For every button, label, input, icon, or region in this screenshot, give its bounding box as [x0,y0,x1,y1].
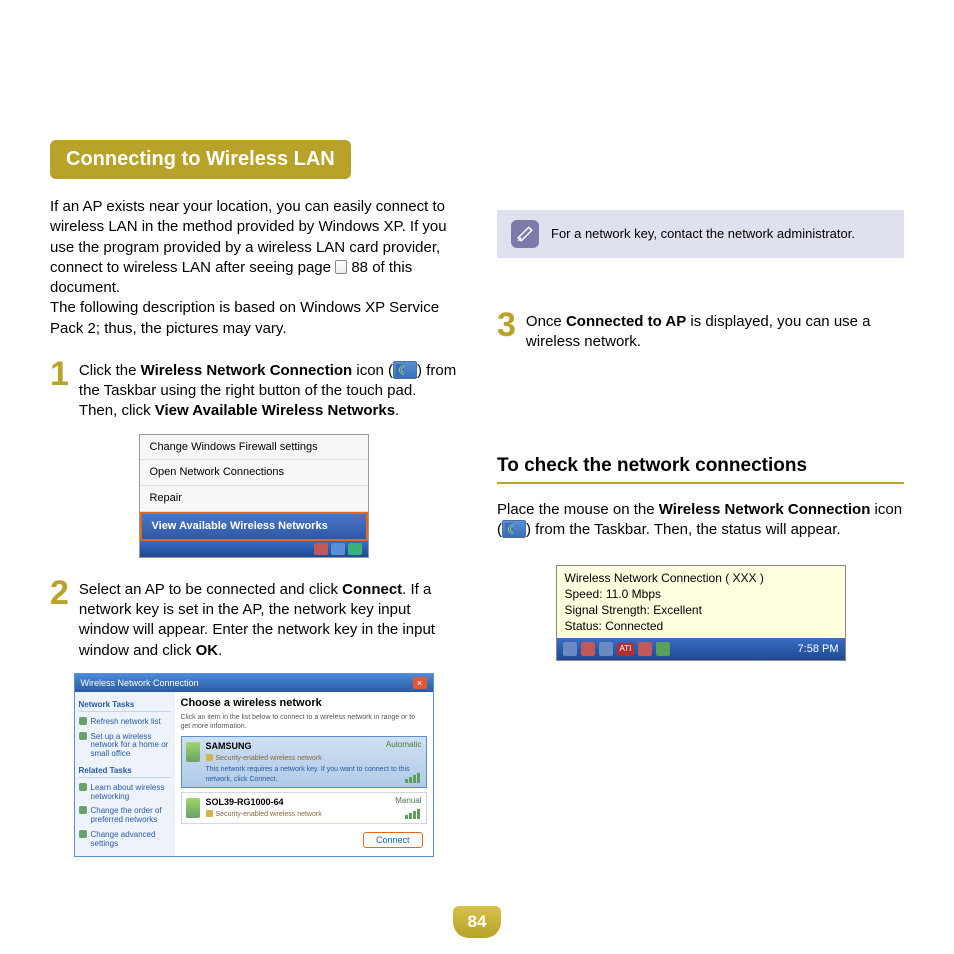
check-body: Place the mouse on the Wireless Network … [497,500,904,541]
taskbar-tray [140,541,368,557]
text-bold: View Available Wireless Networks [155,402,395,419]
document-icon [335,260,347,274]
text: Click the [79,362,141,379]
text: Select an AP to be connected and click [79,581,342,598]
wireless-tray-icon [502,520,526,538]
sidebar-item-learn[interactable]: Learn about wireless networking [79,781,171,805]
security-label: Security-enabled wireless network [206,810,422,819]
network-desc: This network requires a network key. If … [206,765,422,784]
taskbar: ATI 7:58 PM [557,638,845,660]
dialog-main: Choose a wireless network Click an item … [175,692,433,856]
pencil-note-icon [511,220,539,248]
network-name: SOL39-RG1000-64 [206,796,422,808]
text: ) from the Taskbar. Then, the status wil… [526,521,841,538]
dialog-title: Wireless Network Connection [81,677,199,689]
sidebar-item-refresh[interactable]: Refresh network list [79,715,171,730]
intro-p2: The following description is based on Wi… [50,298,457,339]
text-bold: OK [196,642,219,659]
security-label: Security-enabled wireless network [206,754,422,763]
menu-item-open-connections[interactable]: Open Network Connections [140,460,368,486]
tooltip-line: Signal Strength: Excellent [565,602,837,618]
page-ref: 88 [351,259,368,276]
text: . [218,642,222,659]
sidebar-item-advanced[interactable]: Change advanced settings [79,828,171,852]
dialog-sidebar: Network Tasks Refresh network list Set u… [75,692,175,856]
text-bold: Connect [342,581,402,598]
subsection-heading: To check the network connections [497,453,904,485]
intro-text: If an AP exists near your location, you … [50,197,457,339]
step-2: 2 Select an AP to be connected and click… [50,576,457,661]
close-icon[interactable]: × [413,677,427,689]
sidebar-item-order[interactable]: Change the order of preferred networks [79,804,171,828]
signal-bars-icon [405,773,420,783]
clock: 7:58 PM [798,642,839,657]
text: Once [526,313,566,330]
menu-item-firewall[interactable]: Change Windows Firewall settings [140,435,368,461]
text-bold: Wireless Network Connection [659,501,871,518]
step-3: 3 Once Connected to AP is displayed, you… [497,308,904,353]
step-number: 1 [50,357,69,422]
tray-icon[interactable] [599,642,613,656]
menu-item-view-networks[interactable]: View Available Wireless Networks [140,512,368,541]
sidebar-header: Related Tasks [79,766,171,778]
tray-icon[interactable] [581,642,595,656]
text: Place the mouse on the [497,501,659,518]
step-number: 2 [50,576,69,661]
wireless-dialog: Wireless Network Connection × Network Ta… [74,673,434,857]
step-1: 1 Click the Wireless Network Connection … [50,357,457,422]
step-number: 3 [497,308,516,353]
signal-bars-icon [405,809,420,819]
tray-icon[interactable] [656,642,670,656]
text-bold: Wireless Network Connection [141,362,353,379]
text-bold: Connected to AP [566,313,686,330]
tray-icon[interactable] [638,642,652,656]
tooltip-line: Speed: 11.0 Mbps [565,586,837,602]
tooltip-line: Wireless Network Connection ( XXX ) [565,570,837,586]
connect-mode: Manual [395,796,421,807]
text: . [395,402,399,419]
tooltip-line: Status: Connected [565,618,837,634]
section-heading: Connecting to Wireless LAN [50,140,351,179]
page-number: 84 [453,906,501,938]
network-item-samsung[interactable]: Automatic SAMSUNG Security-enabled wirel… [181,736,427,788]
text: icon ( [352,362,393,379]
network-item-sol39[interactable]: Manual SOL39-RG1000-64 Security-enabled … [181,792,427,824]
context-menu: Change Windows Firewall settings Open Ne… [139,434,369,558]
connect-mode: Automatic [386,740,422,751]
connect-button[interactable]: Connect [363,832,423,848]
status-tooltip: Wireless Network Connection ( XXX ) Spee… [556,565,846,662]
main-desc: Click an item in the list below to conne… [181,713,427,732]
sidebar-header: Network Tasks [79,700,171,712]
dialog-titlebar: Wireless Network Connection × [75,674,433,692]
tray-icon[interactable] [563,642,577,656]
note-text: For a network key, contact the network a… [551,225,855,243]
main-heading: Choose a wireless network [181,696,427,711]
ati-tray-icon[interactable]: ATI [617,643,635,656]
note-box: For a network key, contact the network a… [497,210,904,258]
wireless-tray-icon [393,361,417,379]
sidebar-item-setup[interactable]: Set up a wireless network for a home or … [79,730,171,762]
menu-item-repair[interactable]: Repair [140,486,368,512]
